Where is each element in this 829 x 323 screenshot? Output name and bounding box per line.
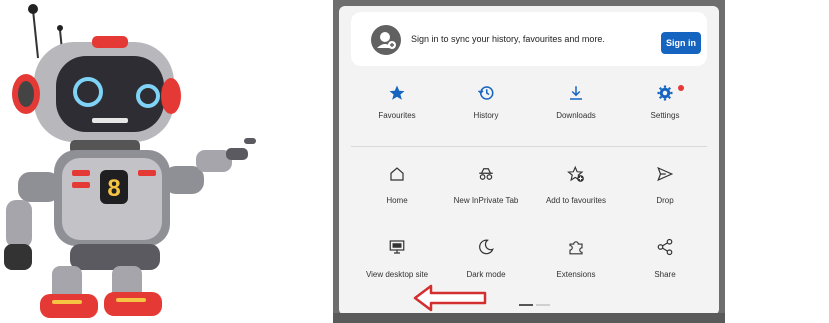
signin-message: Sign in to sync your history, favourites… xyxy=(411,34,605,44)
signin-button[interactable]: Sign in xyxy=(661,32,701,54)
share-button[interactable]: Share xyxy=(619,234,711,294)
star-icon xyxy=(389,85,405,100)
robot-mascot-illustration: 8 xyxy=(4,4,256,318)
add-profile-icon xyxy=(371,25,401,55)
sheet-page-indicator-active xyxy=(519,304,533,306)
drop-label: Drop xyxy=(656,196,674,205)
red-arrow-annotation xyxy=(413,284,487,312)
signin-card: Sign in to sync your history, favourites… xyxy=(351,12,707,66)
add-to-favourites-button[interactable]: Add to favourites xyxy=(530,161,622,221)
puzzle-icon xyxy=(569,241,583,255)
history-icon xyxy=(477,86,494,100)
home-button[interactable]: Home xyxy=(351,161,443,221)
inprivate-icon xyxy=(479,168,493,180)
dark-mode-label: Dark mode xyxy=(466,270,506,279)
history-label: History xyxy=(473,111,499,120)
browser-menu-screenshot: Sign in to sync your history, favourites… xyxy=(333,0,725,323)
favourites-button[interactable]: Favourites xyxy=(351,80,443,140)
settings-notification-dot xyxy=(678,85,684,91)
sheet-page-indicator-inactive xyxy=(536,304,550,306)
settings-label: Settings xyxy=(650,111,680,120)
send-icon xyxy=(657,166,674,182)
menu-divider xyxy=(351,146,707,147)
add-favourite-icon xyxy=(567,165,584,182)
robot-chest-number: 8 xyxy=(107,175,120,202)
add-to-favourites-label: Add to favourites xyxy=(545,196,607,205)
menu-row-3: View desktop site Dark mode Extensions S… xyxy=(339,234,719,294)
home-label: Home xyxy=(386,196,408,205)
download-icon xyxy=(570,86,582,100)
downloads-label: Downloads xyxy=(556,111,596,120)
favourites-label: Favourites xyxy=(378,111,416,120)
new-inprivate-tab-button[interactable]: New InPrivate Tab xyxy=(440,161,532,221)
settings-button[interactable]: Settings xyxy=(619,80,711,140)
drop-button[interactable]: Drop xyxy=(619,161,711,221)
menu-row-2: Home New InPrivate Tab Add to favourites… xyxy=(339,161,719,221)
quick-actions-row: Favourites History Downloads Settings xyxy=(339,80,719,140)
home-icon xyxy=(390,167,404,181)
gear-icon xyxy=(657,85,673,101)
phone-bottom-bar xyxy=(333,313,725,323)
moon-icon xyxy=(479,239,494,255)
history-button[interactable]: History xyxy=(440,80,532,140)
share-label: Share xyxy=(654,270,676,279)
menu-sheet: Sign in to sync your history, favourites… xyxy=(339,6,719,315)
view-desktop-site-label: View desktop site xyxy=(365,270,429,279)
downloads-button[interactable]: Downloads xyxy=(530,80,622,140)
share-icon xyxy=(657,238,673,256)
extensions-label: Extensions xyxy=(556,270,596,279)
monitor-icon xyxy=(389,240,405,254)
extensions-button[interactable]: Extensions xyxy=(530,234,622,294)
new-inprivate-tab-label: New InPrivate Tab xyxy=(453,196,519,205)
